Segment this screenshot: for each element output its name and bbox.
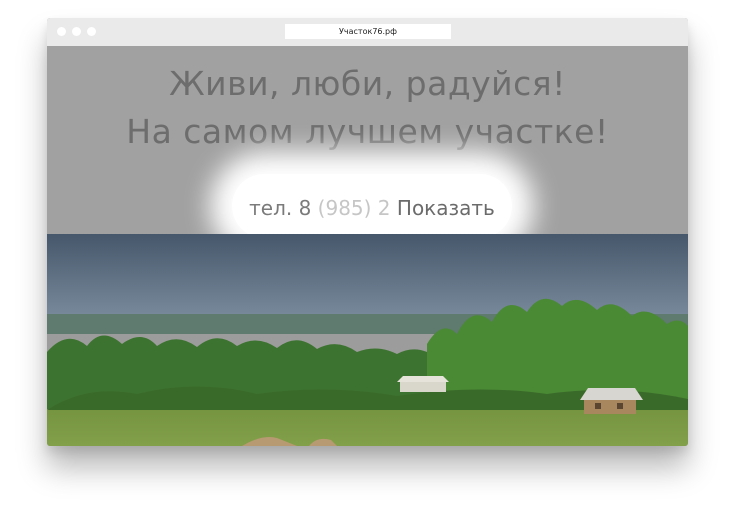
window-maximize-dot[interactable] [87,27,96,36]
phone-number: тел. 8 (985) 2 Показать [232,196,512,220]
distant-house-icon [397,376,449,392]
phone-hidden-digits: (985) 2 [317,196,391,220]
phone-prefix: тел. 8 [249,196,312,220]
window-minimize-dot[interactable] [72,27,81,36]
hero-header: Живи, люби, радуйся! На самом лучшем уча… [47,46,688,238]
cabin-icon [580,388,643,414]
landscape-illustration [47,234,688,446]
headline-line-2: На самом лучшем участке! [126,112,609,151]
browser-titlebar: Участок76.рф [47,18,688,46]
headline-line-1: Живи, люби, радуйся! [169,64,566,103]
window-close-dot[interactable] [57,27,66,36]
address-bar[interactable]: Участок76.рф [285,24,451,39]
browser-window: Участок76.рф Живи, люби, радуйся! На сам… [47,18,688,446]
landscape-photo [47,234,688,446]
show-phone-button[interactable]: Показать [397,196,495,220]
